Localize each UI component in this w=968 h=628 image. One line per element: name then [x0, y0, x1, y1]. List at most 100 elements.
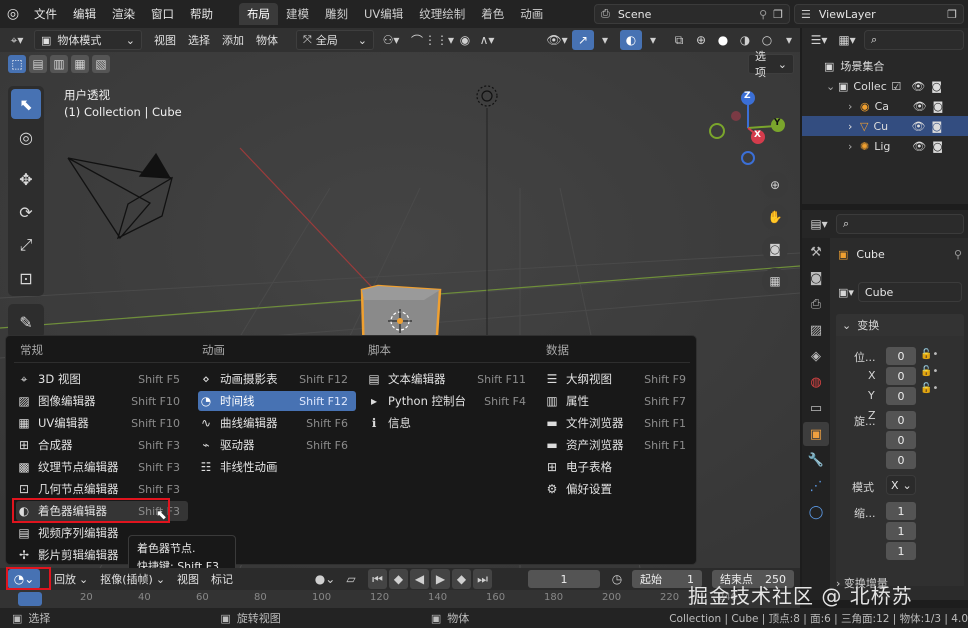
- record-icon[interactable]: ●⌄: [314, 569, 336, 589]
- select-intersect-icon[interactable]: ▧: [92, 55, 110, 73]
- datablock-name-field[interactable]: Cube: [857, 282, 962, 302]
- tab-shading[interactable]: 着色: [473, 3, 512, 25]
- particles-tab-icon[interactable]: ⋰: [803, 474, 829, 498]
- menu-item-image-editor[interactable]: ▨ 图像编辑器 Shift F10: [16, 391, 188, 411]
- zoom-icon[interactable]: ⊕: [762, 172, 788, 198]
- location-y-field[interactable]: 0: [886, 367, 916, 385]
- select-invert-icon[interactable]: ▦: [71, 55, 89, 73]
- menu-item-dopesheet[interactable]: ⋄ 动画摄影表 Shift F12: [198, 369, 356, 389]
- rotation-x-field[interactable]: 0: [886, 411, 916, 429]
- properties-search-input[interactable]: ⌕: [836, 214, 964, 234]
- menu-item-properties[interactable]: ▥ 属性 Shift F7: [544, 391, 694, 411]
- xray-icon[interactable]: ⧉: [668, 30, 690, 50]
- properties-editor-type-icon[interactable]: ▤▾: [808, 214, 830, 234]
- menu-item-asset-browser[interactable]: ▬ 资产浏览器 Shift F1: [544, 435, 694, 455]
- shading-options-icon[interactable]: ▾: [778, 30, 800, 50]
- rotation-z-field[interactable]: 0: [886, 451, 916, 469]
- menu-item-geometry-node-editor[interactable]: ⊡ 几何节点编辑器 Shift F3: [16, 479, 188, 499]
- transform-orientation-selector[interactable]: ⤧ 全局 ⌄: [296, 30, 374, 50]
- scene-selector[interactable]: ⎙ Scene ⚲ ❐: [594, 4, 790, 24]
- transform-panel-header[interactable]: ⌄ 变换: [836, 314, 964, 336]
- lock-icon[interactable]: 🔓•: [920, 366, 938, 377]
- tool-tab-icon[interactable]: ⚒: [803, 240, 829, 264]
- navigation-gizmo[interactable]: Z Y X: [706, 86, 790, 170]
- play-reverse-icon[interactable]: ◀: [410, 569, 429, 589]
- wireframe-shading-icon[interactable]: ⊕: [690, 30, 712, 50]
- camera-view-icon[interactable]: ◙: [762, 236, 788, 262]
- menu-item-graph-editor[interactable]: ∿ 曲线编辑器 Shift F6: [198, 413, 356, 433]
- timeline-ruler[interactable]: 20 40 60 80 100 120 140 160 180 200 220 240: [0, 590, 800, 608]
- location-x-field[interactable]: 0: [886, 347, 916, 365]
- select-extend-icon[interactable]: ▤: [29, 55, 47, 73]
- camera-render-icon[interactable]: ◙: [933, 100, 944, 113]
- gizmo-options-icon[interactable]: ▾: [594, 30, 616, 50]
- select-subtract-icon[interactable]: ▥: [50, 55, 68, 73]
- move-tool-icon[interactable]: ✥: [11, 164, 41, 194]
- options-button[interactable]: 选项 ⌄: [748, 50, 794, 79]
- scale-y-field[interactable]: 1: [886, 522, 916, 540]
- menu-item-drivers[interactable]: ⌁ 驱动器 Shift F6: [198, 435, 356, 455]
- menu-edit[interactable]: 编辑: [65, 6, 104, 22]
- camera-render-icon[interactable]: ◙: [931, 120, 942, 133]
- scene-tab-icon[interactable]: ◈: [803, 344, 829, 368]
- snap-target-icon[interactable]: ⋮⋮▾: [424, 30, 454, 50]
- menu-add[interactable]: 添加: [216, 30, 250, 50]
- menu-item-compositor[interactable]: ⊞ 合成器 Shift F3: [16, 435, 188, 455]
- view-layer-tab-icon[interactable]: ▨: [803, 318, 829, 342]
- editor-type-icon[interactable]: ⌖▾: [6, 30, 28, 50]
- menu-item-python-console[interactable]: ▸ Python 控制台 Shift F4: [366, 391, 534, 411]
- menu-item-timeline[interactable]: ◔ 时间线 Shift F12: [198, 391, 356, 411]
- object-tab-icon[interactable]: ▣: [803, 422, 829, 446]
- rotation-y-field[interactable]: 0: [886, 431, 916, 449]
- camera-render-icon[interactable]: ◙: [932, 140, 943, 153]
- overlay-options-icon[interactable]: ▾: [642, 30, 664, 50]
- transform-tool-icon[interactable]: ⊡: [11, 263, 41, 293]
- pin-icon[interactable]: ⚲: [954, 248, 962, 261]
- new-viewlayer-icon[interactable]: ❐: [947, 8, 957, 21]
- scale-tool-icon[interactable]: ⤢: [11, 230, 41, 260]
- jump-end-icon[interactable]: ⏭: [473, 569, 492, 589]
- proportional-edit-icon[interactable]: ◉: [454, 30, 476, 50]
- location-z-field[interactable]: 0: [886, 387, 916, 405]
- playback-menu[interactable]: 回放 ⌄: [48, 569, 94, 589]
- tab-uv-editing[interactable]: UV编辑: [356, 3, 411, 25]
- menu-view[interactable]: 视图: [148, 30, 182, 50]
- mode-selector[interactable]: ▣ 物体模式 ⌄: [34, 30, 142, 50]
- rotate-tool-icon[interactable]: ⟳: [11, 197, 41, 227]
- select-new-icon[interactable]: ⬚: [8, 55, 26, 73]
- menu-item-preferences[interactable]: ⚙ 偏好设置: [544, 479, 694, 499]
- clock-icon[interactable]: ◷: [606, 569, 628, 589]
- physics-tab-icon[interactable]: ◯: [803, 500, 829, 524]
- keying-menu[interactable]: 抠像(插帧) ⌄: [94, 569, 171, 589]
- tab-layout[interactable]: 布局: [239, 3, 278, 25]
- menu-object[interactable]: 物体: [250, 30, 284, 50]
- menu-window[interactable]: 窗口: [143, 6, 182, 22]
- menu-item-uv-editor[interactable]: ▦ UV编辑器 Shift F10: [16, 413, 188, 433]
- outliner-row-collection[interactable]: ⌄ ▣ Collec ☑ 👁 ◙: [802, 76, 968, 96]
- keying-set-icon[interactable]: ▱: [340, 569, 362, 589]
- jump-start-icon[interactable]: ⏮: [368, 569, 387, 589]
- perspective-grid-icon[interactable]: ▦: [762, 268, 788, 294]
- material-shading-icon[interactable]: ◑: [734, 30, 756, 50]
- solid-shading-icon[interactable]: ●: [712, 30, 734, 50]
- scale-x-field[interactable]: 1: [886, 502, 916, 520]
- lock-icon[interactable]: 🔓•: [920, 383, 938, 394]
- rendered-shading-icon[interactable]: ○: [756, 30, 778, 50]
- next-keyframe-icon[interactable]: ◆: [452, 569, 471, 589]
- pan-hand-icon[interactable]: ✋: [762, 204, 788, 230]
- blender-logo-icon[interactable]: ◎: [0, 6, 26, 22]
- datablock-type-icon[interactable]: ▣▾: [838, 286, 854, 299]
- menu-item-file-browser[interactable]: ▬ 文件浏览器 Shift F1: [544, 413, 694, 433]
- lock-icon[interactable]: 🔓•: [920, 349, 938, 360]
- menu-file[interactable]: 文件: [26, 6, 65, 22]
- annotate-tool-icon[interactable]: ✎: [11, 307, 41, 337]
- display-mode-icon[interactable]: ▦▾: [836, 30, 858, 50]
- eye-icon[interactable]: 👁: [913, 100, 927, 113]
- menu-item-3d-view[interactable]: ⌖ 3D 视图 Shift F5: [16, 369, 188, 389]
- timeline-view-menu[interactable]: 视图: [171, 569, 205, 589]
- outliner-row-cube[interactable]: › ▽ Cu 👁 ◙: [802, 116, 968, 136]
- new-scene-icon[interactable]: ❐: [773, 8, 783, 21]
- camera-render-icon[interactable]: ◙: [931, 80, 942, 93]
- expand-arrow-icon[interactable]: ›: [848, 120, 860, 133]
- scale-z-field[interactable]: 1: [886, 542, 916, 560]
